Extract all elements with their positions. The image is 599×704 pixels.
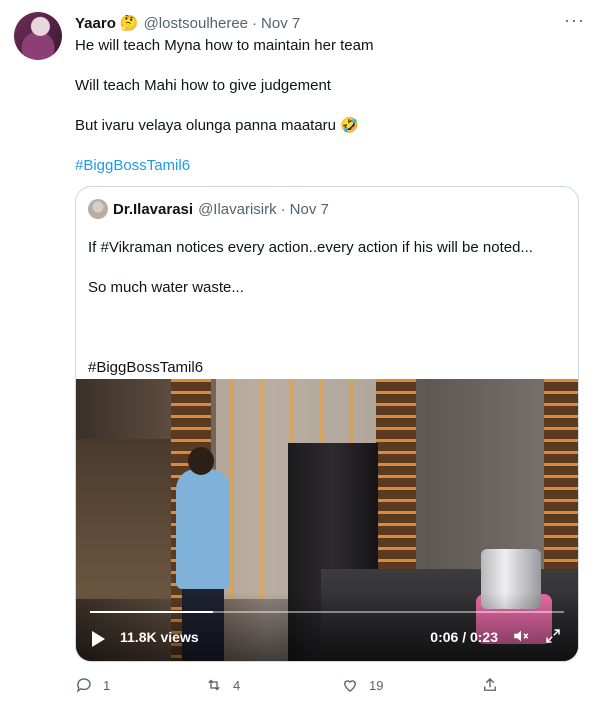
reply-icon — [76, 678, 91, 693]
tweet-date[interactable]: Nov 7 — [261, 15, 300, 32]
author-emoji: 🤔 — [119, 15, 139, 32]
quote-line: If #Vikraman notices every action..every… — [88, 239, 533, 256]
video-views: 11.8K views — [120, 629, 199, 645]
video-time: 0:06 / 0:23 — [430, 629, 498, 645]
video-frame-person — [176, 469, 230, 589]
fullscreen-icon[interactable] — [544, 627, 562, 650]
tweet-line: Will teach Mahi how to give judgement — [75, 77, 331, 94]
author-name[interactable]: Yaaro — [75, 15, 116, 32]
mute-icon[interactable] — [512, 627, 530, 650]
quote-author-avatar — [88, 199, 108, 219]
tweet-header: Yaaro 🤔 @lostsoulheree · Nov 7 ··· — [75, 11, 585, 33]
quoted-tweet[interactable]: Dr.Ilavarasi @Ilavarisirk · Nov 7 If #Vi… — [75, 186, 579, 662]
video-player[interactable]: 11.8K views 0:06 / 0:23 — [76, 379, 578, 661]
like-count: 19 — [369, 677, 384, 693]
retweet-icon — [208, 679, 220, 691]
hashtag-link[interactable]: #BiggBossTamil6 — [75, 156, 190, 176]
share-button[interactable] — [481, 676, 499, 694]
tweet-line: But ivaru velaya olunga panna maataru 🤣 — [75, 117, 359, 134]
retweet-button[interactable]: 4 — [205, 676, 240, 694]
author-avatar[interactable] — [14, 12, 62, 60]
tweet[interactable]: Yaaro 🤔 @lostsoulheree · Nov 7 ··· He wi… — [0, 0, 599, 704]
video-progress-fill — [90, 611, 214, 613]
retweet-count: 4 — [233, 677, 241, 693]
quote-author-name[interactable]: Dr.Ilavarasi — [113, 201, 193, 218]
quote-date[interactable]: Nov 7 — [290, 201, 329, 218]
tweet-actions: 1 4 19 — [75, 676, 515, 696]
reply-count: 1 — [103, 677, 111, 693]
tweet-line: He will teach Myna how to maintain her t… — [75, 37, 374, 54]
separator-dot: · — [280, 200, 286, 218]
author-handle[interactable]: @lostsoulheree — [144, 15, 248, 32]
video-frame-person-head — [188, 447, 214, 475]
quote-author-handle[interactable]: @Ilavarisirk — [198, 201, 277, 218]
quote-line: #BiggBossTamil6 — [88, 359, 204, 376]
reply-button[interactable]: 1 — [75, 676, 110, 694]
like-button[interactable]: 19 — [341, 676, 383, 694]
heart-icon — [344, 680, 356, 692]
separator-dot: · — [252, 14, 258, 32]
video-frame-shelf — [76, 439, 176, 599]
quote-line: So much water waste... — [88, 279, 244, 296]
quote-header: Dr.Ilavarasi @Ilavarisirk · Nov 7 — [88, 199, 329, 219]
video-progress-bar[interactable] — [90, 611, 564, 613]
play-icon[interactable] — [92, 631, 105, 647]
video-controls: 11.8K views 0:06 / 0:23 — [76, 625, 578, 653]
share-icon — [484, 678, 496, 691]
more-dots-icon[interactable]: ··· — [564, 11, 585, 29]
